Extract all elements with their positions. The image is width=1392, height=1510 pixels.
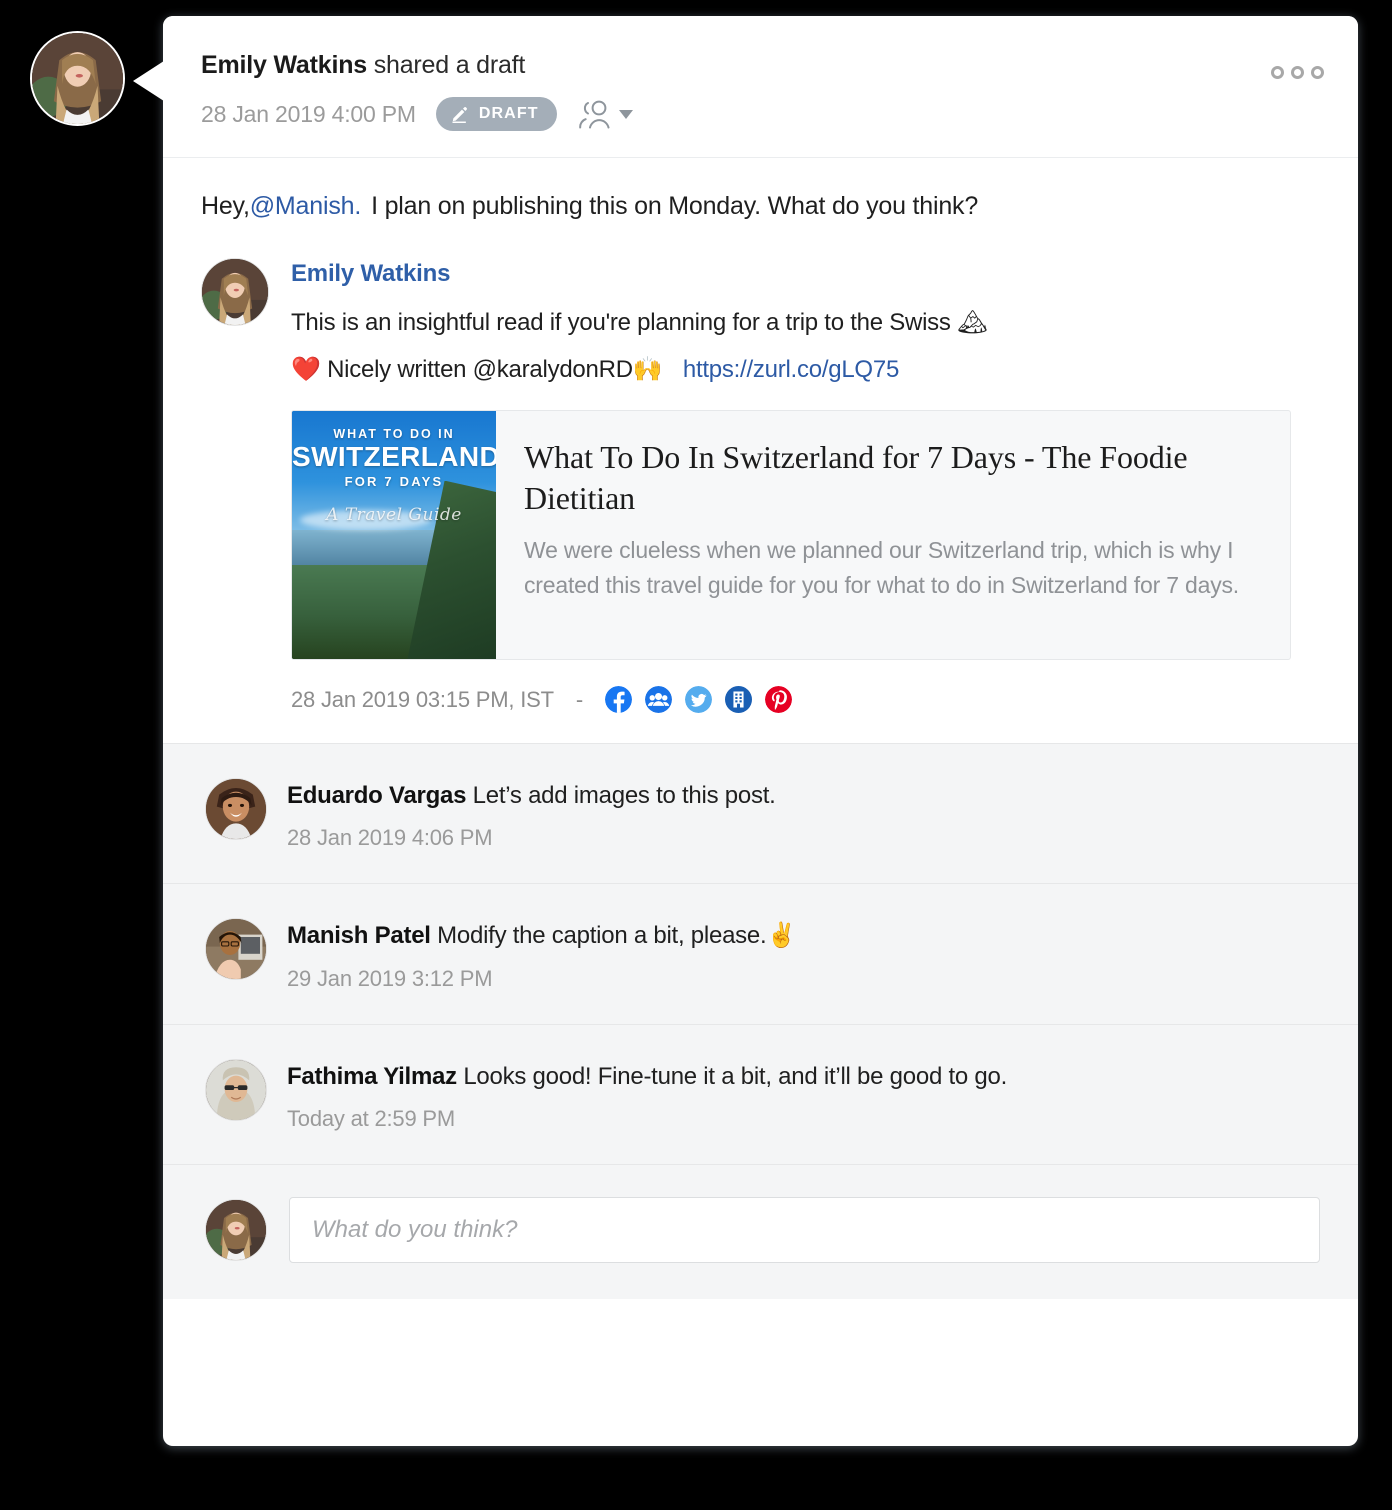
comment-item: Manish Patel Modify the caption a bit, p… (163, 883, 1358, 1023)
kebab-dot-2 (1291, 66, 1304, 79)
comment-author[interactable]: Manish Patel (287, 922, 431, 949)
link-preview-thumbnail: WHAT TO DO IN SWITZERLAND FOR 7 DAYS A T… (292, 411, 496, 660)
pinterest-icon[interactable] (765, 686, 793, 714)
twitter-icon[interactable] (685, 686, 713, 714)
kebab-dot-3 (1311, 66, 1324, 79)
card-header: Emily Watkins shared a draft 28 Jan 2019… (163, 16, 1358, 158)
people-icon (578, 100, 610, 129)
thumb-line-1: WHAT TO DO IN (333, 427, 455, 442)
audience-selector[interactable] (577, 99, 633, 129)
avatar-emily-watkins-outer[interactable] (30, 31, 125, 126)
draft-post: Emily Watkins This is an insightful read… (201, 257, 1320, 714)
avatar-manish-patel[interactable] (205, 918, 267, 981)
heart-icon: ❤️ (291, 355, 321, 383)
post-footer: 28 Jan 2019 03:15 PM, IST - (291, 686, 1320, 714)
avatar-image (206, 919, 266, 980)
comment-line: Manish Patel Modify the caption a bit, p… (287, 920, 1320, 951)
avatar-fathima-yilmaz[interactable] (205, 1058, 267, 1121)
draft-card: Emily Watkins shared a draft 28 Jan 2019… (163, 16, 1358, 1446)
post-scheduled-date: 28 Jan 2019 4:00 PM (201, 100, 416, 127)
more-options-button[interactable] (1271, 66, 1324, 79)
post-content: This is an insightful read if you're pla… (291, 304, 1320, 388)
comment-author[interactable]: Fathima Yilmaz (287, 1063, 457, 1090)
intro-message: Hey,@Manish. I plan on publishing this on… (201, 190, 1320, 224)
comment-text: Modify the caption a bit, please. (437, 922, 767, 950)
comment-main: Manish Patel Modify the caption a bit, p… (287, 918, 1320, 991)
comment-author[interactable]: Eduardo Vargas (287, 782, 466, 809)
comment-main: Eduardo Vargas Let’s add images to this … (287, 778, 1320, 851)
comment-text: Looks good! Fine-tune it a bit, and it’l… (463, 1062, 1008, 1090)
comment-emoji: ✌️ (766, 922, 797, 950)
facebook-group-icon[interactable] (645, 686, 673, 714)
comment-timestamp: 28 Jan 2019 4:06 PM (287, 825, 493, 851)
kebab-dot-1 (1271, 66, 1284, 79)
post-author-link[interactable]: Emily Watkins (291, 260, 1320, 288)
comment-main: Fathima Yilmaz Looks good! Fine-tune it … (287, 1059, 1320, 1132)
comment-text: Let’s add images to this post. (472, 782, 776, 810)
comment-item: Fathima Yilmaz Looks good! Fine-tune it … (163, 1023, 1358, 1164)
facebook-icon[interactable] (605, 686, 633, 714)
avatar-emily-watkins-post[interactable] (201, 257, 269, 326)
avatar-current-user[interactable] (205, 1198, 267, 1261)
post-line-1: This is an insightful read if you're pla… (291, 304, 1320, 341)
link-preview-body: What To Do In Switzerland for 7 Days - T… (496, 411, 1290, 659)
thumb-line-2: SWITZERLAND (292, 441, 496, 473)
post-main: Emily Watkins This is an insightful read… (291, 258, 1320, 714)
status-badge-label: DRAFT (478, 105, 539, 122)
thumb-line-4: A Travel Guide (326, 504, 462, 525)
avatar-image (206, 1059, 266, 1120)
avatar-image (206, 1199, 266, 1260)
status-badge[interactable]: DRAFT (435, 97, 557, 131)
post-line-1-text: This is an insightful read if you're pla… (291, 308, 951, 336)
comment-timestamp: 29 Jan 2019 3:12 PM (287, 965, 493, 991)
raised-hands-icon: 🙌 (632, 355, 663, 383)
mountain-icon: 🏔 (957, 308, 988, 336)
speech-bubble-tail (133, 59, 167, 103)
thumb-overlay-text: WHAT TO DO IN SWITZERLAND FOR 7 DAYS A T… (292, 427, 496, 524)
post-url-link[interactable]: https://zurl.co/gLQ75 (683, 356, 899, 383)
intro-prefix: Hey, (201, 192, 250, 220)
card-body: Hey,@Manish. I plan on publishing this on… (163, 158, 1358, 744)
facebook-page-icon[interactable] (725, 686, 753, 714)
header-action-text: shared a draft (373, 51, 526, 79)
chevron-down-icon (618, 109, 633, 119)
page-title: Emily Watkins shared a draft (201, 50, 1320, 80)
link-preview-description: We were clueless when we planned our Swi… (524, 537, 1239, 599)
post-line-2: ❤️ Nicely written @karalydonRD🙌 https://… (291, 351, 1320, 388)
avatar-image (206, 779, 266, 840)
link-preview-card[interactable]: WHAT TO DO IN SWITZERLAND FOR 7 DAYS A T… (291, 410, 1291, 661)
mention-manish[interactable]: @Manish. (250, 192, 362, 220)
comment-timestamp: Today at 2:59 PM (287, 1105, 456, 1131)
comment-line: Fathima Yilmaz Looks good! Fine-tune it … (287, 1061, 1320, 1092)
intro-rest: I plan on publishing this on Monday. Wha… (371, 192, 979, 220)
avatar-image (32, 33, 123, 124)
pencil-icon (452, 107, 467, 123)
reply-input[interactable] (289, 1196, 1320, 1263)
post-timestamp: 28 Jan 2019 03:15 PM, IST (291, 686, 554, 712)
footer-separator: - (575, 686, 584, 712)
post-line-2-text: Nicely written @karalydonRD (327, 355, 633, 383)
avatar-image (202, 258, 268, 325)
link-preview-title[interactable]: What To Do In Switzerland for 7 Days - T… (524, 437, 1262, 519)
avatar-eduardo-vargas[interactable] (205, 778, 267, 841)
reply-composer (163, 1163, 1358, 1299)
social-channels (605, 686, 793, 714)
header-author-name: Emily Watkins (201, 51, 367, 79)
comment-item: Eduardo Vargas Let’s add images to this … (163, 743, 1358, 883)
screenshot-root: Emily Watkins shared a draft 28 Jan 2019… (0, 0, 1392, 1510)
comments-list: Eduardo Vargas Let’s add images to this … (163, 743, 1358, 1299)
header-meta: 28 Jan 2019 4:00 PM DRAFT (201, 97, 1320, 131)
thumb-line-3: FOR 7 DAYS (344, 473, 444, 489)
comment-line: Eduardo Vargas Let’s add images to this … (287, 780, 1320, 811)
